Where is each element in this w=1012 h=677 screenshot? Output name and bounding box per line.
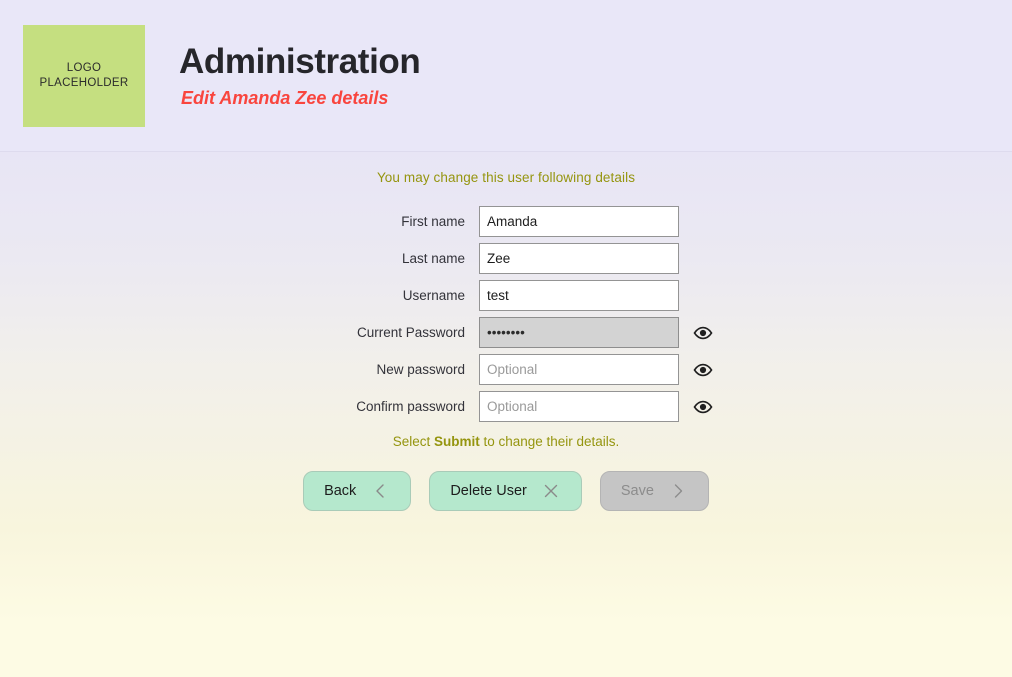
field-wrapper (479, 206, 719, 237)
submit-note-keyword: Submit (433, 434, 480, 449)
field-label: Last name (401, 251, 465, 266)
form-hint: You may change this user following detai… (376, 170, 636, 185)
submit-note-suffix: to change their details. (479, 434, 620, 449)
page-header: LOGO PLACEHOLDER Administration Edit Ama… (0, 0, 1012, 152)
input-first-name[interactable] (479, 206, 679, 237)
page-title: Administration (179, 42, 421, 81)
logo-placeholder: LOGO PLACEHOLDER (23, 25, 145, 127)
eye-icon[interactable] (690, 394, 716, 420)
form-row: Username (0, 280, 1012, 311)
form-row: Current Password (0, 317, 1012, 348)
form-actions: Back Delete User Save (0, 471, 1012, 511)
button-label: Back (324, 483, 357, 499)
field-wrapper (479, 280, 719, 311)
field-wrapper (479, 243, 719, 274)
page-subtitle: Edit Amanda Zee details (181, 88, 389, 108)
submit-note: Select Submit to change their details. (0, 434, 1012, 449)
eye-icon[interactable] (690, 357, 716, 383)
form-row: New password (0, 354, 1012, 385)
submit-note-prefix: Select (392, 434, 434, 449)
field-label: Username (402, 288, 465, 303)
field-label: First name (401, 214, 465, 229)
field-label: New password (376, 362, 465, 377)
form-row: Confirm password (0, 391, 1012, 422)
form-row: First name (0, 206, 1012, 237)
input-current-password (479, 317, 679, 348)
header-titles: Administration Edit Amanda Zee details (179, 25, 421, 110)
field-label: Current Password (356, 325, 465, 340)
eye-icon[interactable] (690, 320, 716, 346)
back-button[interactable]: Back (303, 471, 412, 511)
input-confirm-password[interactable] (479, 391, 679, 422)
edit-user-form: First name Last name Username Current Passw… (0, 206, 1012, 422)
page-content: You may change this user following detai… (0, 152, 1012, 677)
form-row: Last name (0, 243, 1012, 274)
field-label: Confirm password (356, 399, 465, 414)
logo-line-2: PLACEHOLDER (39, 77, 129, 89)
close-x-icon (541, 481, 561, 501)
input-username[interactable] (479, 280, 679, 311)
field-wrapper (479, 317, 719, 348)
page-root: LOGO PLACEHOLDER Administration Edit Ama… (0, 0, 1012, 677)
save-button: Save (599, 471, 709, 511)
input-last-name[interactable] (479, 243, 679, 274)
logo-line-1: LOGO (66, 62, 102, 74)
field-wrapper (479, 354, 719, 385)
input-new-password[interactable] (479, 354, 679, 385)
field-wrapper (479, 391, 719, 422)
delete-user-button[interactable]: Delete User (429, 471, 582, 511)
chevron-right-icon (668, 481, 688, 501)
button-label: Save (620, 483, 654, 499)
button-label: Delete User (450, 483, 527, 499)
chevron-left-icon (370, 481, 390, 501)
